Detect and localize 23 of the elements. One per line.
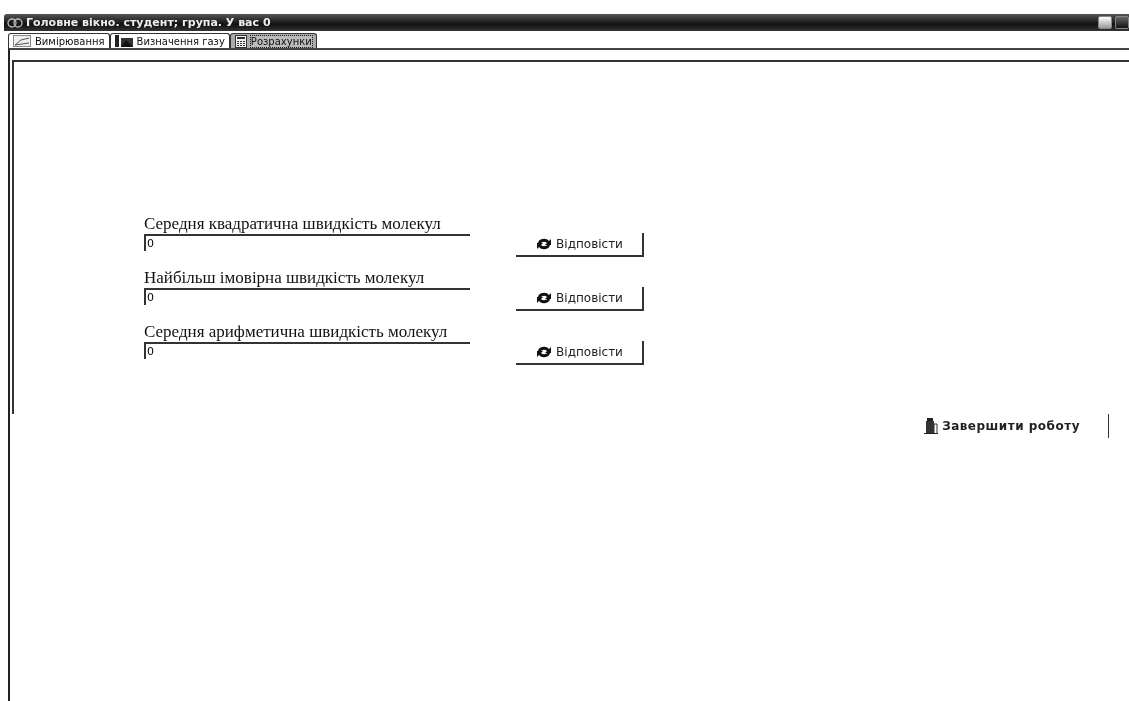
- answer-field[interactable]: 0: [144, 234, 470, 251]
- answer-button[interactable]: Відповісти: [516, 233, 644, 257]
- close-button[interactable]: [1115, 16, 1129, 29]
- tab[interactable]: Визначення газу: [109, 33, 230, 48]
- tab[interactable]: Вимірювання: [8, 33, 110, 48]
- window-title: Головне вікно. студент; група. У вас 0: [26, 16, 271, 29]
- refresh-icon: [535, 291, 554, 305]
- answer-button[interactable]: Відповісти: [516, 341, 644, 365]
- image-icon: [114, 35, 133, 47]
- chart-icon: [13, 35, 31, 47]
- answer-field[interactable]: 0: [144, 342, 470, 359]
- question-label: Середня квадратична швидкість молекул: [144, 214, 442, 233]
- minimize-button[interactable]: [1098, 16, 1112, 29]
- refresh-icon: [535, 345, 554, 359]
- question-label: Найбільш імовірна швидкість молекул: [144, 268, 426, 287]
- question-label: Середня арифметична швидкість молекул: [144, 322, 449, 341]
- calculator-icon: [234, 34, 247, 48]
- refresh-icon: [535, 237, 554, 251]
- rings-icon: [7, 16, 23, 29]
- answer-button[interactable]: Відповісти: [516, 287, 644, 311]
- finish-button[interactable]: Завершити роботу: [924, 414, 1109, 438]
- answer-field[interactable]: 0: [144, 288, 470, 305]
- tab[interactable]: Розрахунки: [229, 33, 317, 48]
